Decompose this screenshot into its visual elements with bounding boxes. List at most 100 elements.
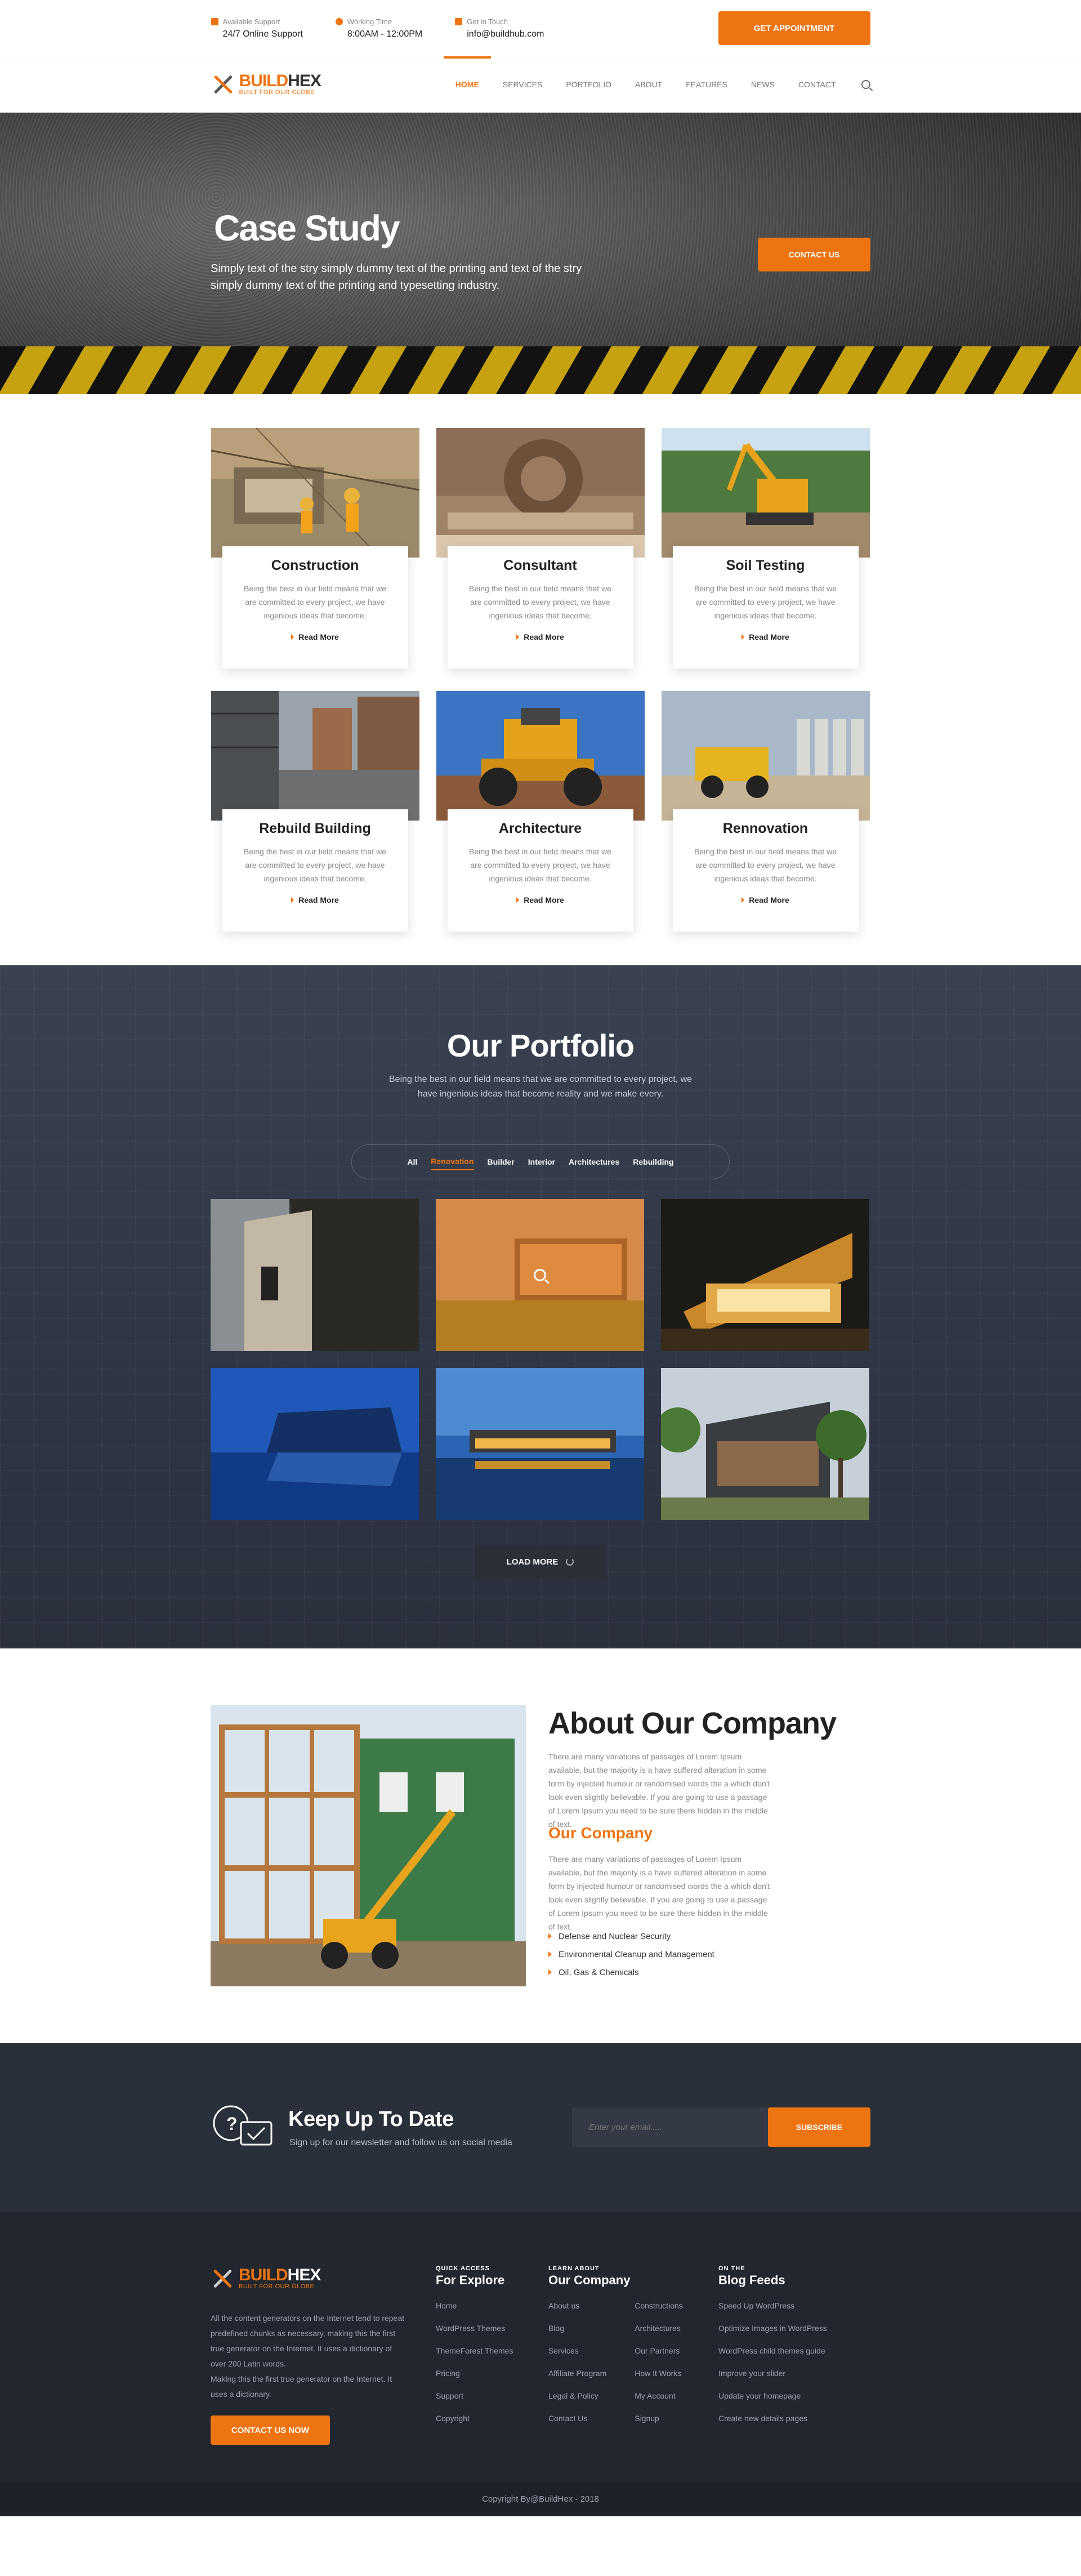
read-more-link[interactable]: Read More xyxy=(741,895,789,904)
nav-about[interactable]: ABOUT xyxy=(623,56,674,113)
working-time-value: 8:00AM - 12:00PM xyxy=(347,29,423,39)
contact-label: Get in Touch xyxy=(467,17,508,26)
search-icon[interactable] xyxy=(861,80,870,89)
footer-link[interactable]: WordPress Themes xyxy=(436,2324,513,2346)
footer-link[interactable]: Services xyxy=(548,2346,606,2369)
service-card-soil-testing[interactable]: Soil Testing Being the best in our field… xyxy=(661,428,870,674)
footer: BUILDHEX BUILT FOR OUR GLOBE All the con… xyxy=(0,2212,1081,2516)
nav-portfolio[interactable]: PORTFOLIO xyxy=(554,56,623,113)
footer-link[interactable]: Blog xyxy=(548,2324,606,2346)
footer-link[interactable]: Affiliate Program xyxy=(548,2369,606,2391)
footer-link[interactable]: Improve your slider xyxy=(718,2369,827,2391)
nav-contact[interactable]: CONTACT xyxy=(787,56,848,113)
service-text: Being the best in our field means that w… xyxy=(244,584,386,620)
service-title: Consultant xyxy=(503,558,577,573)
about-image xyxy=(211,1705,526,1986)
mail-icon xyxy=(455,17,463,25)
support-info: Available Support 24/7 Online Support xyxy=(211,17,303,39)
about-paragraph-1: There are many variations of passages of… xyxy=(548,1752,770,1829)
footer-link[interactable]: Contact Us xyxy=(548,2414,606,2436)
hazard-stripes xyxy=(0,346,1081,394)
footer-link[interactable]: WordPress child themes guide xyxy=(718,2346,827,2369)
logo[interactable]: BUILDHEX BUILT FOR OUR GLOBE xyxy=(211,73,321,96)
filter-interior[interactable]: Interior xyxy=(528,1154,555,1170)
read-more-link[interactable]: Read More xyxy=(291,895,339,904)
contact-info: Get in Touch info@buildhub.com xyxy=(455,17,544,39)
working-time-info: Working Time 8:00AM - 12:00PM xyxy=(335,17,423,39)
read-more-link[interactable]: Read More xyxy=(516,895,564,904)
contact-email[interactable]: info@buildhub.com xyxy=(455,29,544,39)
service-title: Rebuild Building xyxy=(259,821,371,836)
footer-link[interactable]: My Account xyxy=(635,2391,683,2414)
footer-link[interactable]: Pricing xyxy=(436,2369,513,2391)
service-title: Soil Testing xyxy=(726,558,805,573)
filter-all[interactable]: All xyxy=(407,1154,417,1170)
service-card-construction[interactable]: Construction Being the best in our field… xyxy=(211,428,419,674)
filter-rebuilding[interactable]: Rebuilding xyxy=(633,1154,673,1170)
hero-title: Case Study xyxy=(214,208,400,248)
footer-link[interactable]: ThemeForest Themes xyxy=(436,2346,513,2369)
subscribe-button[interactable]: SUBSCRIBE xyxy=(768,2107,870,2147)
footer-link[interactable]: Copyright xyxy=(436,2414,513,2436)
contact-us-now-button[interactable]: CONTACT US NOW xyxy=(211,2415,330,2445)
portfolio-item[interactable] xyxy=(661,1199,869,1351)
nav-news[interactable]: NEWS xyxy=(739,56,787,113)
portfolio-hover-overlay[interactable] xyxy=(436,1199,644,1351)
footer-link[interactable]: About us xyxy=(548,2301,606,2324)
footer-logo[interactable]: BUILDHEX BUILT FOR OUR GLOBE xyxy=(211,2267,321,2290)
filter-architectures[interactable]: Architectures xyxy=(569,1154,619,1170)
support-value: 24/7 Online Support xyxy=(222,29,303,39)
tools-icon xyxy=(211,73,235,96)
footer-explore-column: QUICK ACCESS For Explore Home WordPress … xyxy=(436,2265,513,2436)
footer-link[interactable]: Signup xyxy=(635,2414,683,2436)
hero-banner: Case Study Simply text of the stry simpl… xyxy=(0,113,1081,394)
copyright: Copyright By@BuildHex - 2018 xyxy=(0,2483,1081,2516)
newsletter-email-input[interactable] xyxy=(572,2107,769,2147)
footer-col-eyebrow: LEARN ABOUT xyxy=(548,2265,600,2272)
support-label: Available Support xyxy=(222,17,280,26)
service-card-rennovation[interactable]: Rennovation Being the best in our field … xyxy=(661,691,870,937)
load-more-button[interactable]: LOAD MORE xyxy=(475,1545,606,1578)
footer-link[interactable]: Create new details pages xyxy=(718,2414,827,2436)
read-more-link[interactable]: Read More xyxy=(741,632,789,641)
footer-link[interactable]: Home xyxy=(436,2301,513,2324)
working-time-label: Working Time xyxy=(347,17,392,26)
footer-link[interactable]: Constructions xyxy=(635,2301,683,2324)
rennovation-image xyxy=(661,691,870,821)
about-subtitle: Our Company xyxy=(548,1824,653,1842)
read-more-link[interactable]: Read More xyxy=(516,632,564,641)
newsletter-section: ? Keep Up To Date Sign up for our newsle… xyxy=(0,2043,1081,2212)
nav-features[interactable]: FEATURES xyxy=(674,56,739,113)
hero-contact-button[interactable]: CONTACT US xyxy=(758,238,870,271)
zoom-icon[interactable] xyxy=(534,1269,546,1281)
portfolio-section: Our Portfolio Being the best in our fiel… xyxy=(0,965,1081,1648)
footer-link[interactable]: Optimize Images in WordPress xyxy=(718,2324,827,2346)
read-more-link[interactable]: Read More xyxy=(291,632,339,641)
tools-icon xyxy=(211,2267,234,2290)
footer-link[interactable]: Our Partners xyxy=(635,2346,683,2369)
service-text: Being the best in our field means that w… xyxy=(694,847,837,883)
svg-text:?: ? xyxy=(226,2114,238,2134)
get-appointment-button[interactable]: GET APPOINTMENT xyxy=(718,11,870,45)
footer-link[interactable]: Speed Up WordPress xyxy=(718,2301,827,2324)
chat-check-icon: ? xyxy=(213,2105,273,2146)
about-list-item: Oil, Gas & Chemicals xyxy=(548,1963,714,1981)
portfolio-item[interactable] xyxy=(436,1368,644,1520)
filter-renovation[interactable]: Renovation xyxy=(431,1153,474,1170)
nav-home[interactable]: HOME xyxy=(443,56,491,113)
portfolio-item[interactable] xyxy=(211,1368,419,1520)
footer-link[interactable]: Support xyxy=(436,2391,513,2414)
filter-builder[interactable]: Builder xyxy=(488,1154,515,1170)
portfolio-item[interactable] xyxy=(436,1199,644,1351)
footer-link[interactable]: Update your homepage xyxy=(718,2391,827,2414)
footer-link[interactable]: Legal & Policy xyxy=(548,2391,606,2414)
portfolio-item[interactable] xyxy=(211,1199,419,1351)
footer-link[interactable]: How It Works xyxy=(635,2369,683,2391)
nav-services[interactable]: SERVICES xyxy=(491,56,555,113)
service-card-rebuild-building[interactable]: Rebuild Building Being the best in our f… xyxy=(211,691,419,937)
footer-link[interactable]: Architectures xyxy=(635,2324,683,2346)
portfolio-item[interactable] xyxy=(661,1368,869,1520)
service-card-consultant[interactable]: Consultant Being the best in our field m… xyxy=(436,428,645,674)
service-card-architecture[interactable]: Architecture Being the best in our field… xyxy=(436,691,645,937)
about-list-item: Environmental Cleanup and Management xyxy=(548,1945,714,1963)
